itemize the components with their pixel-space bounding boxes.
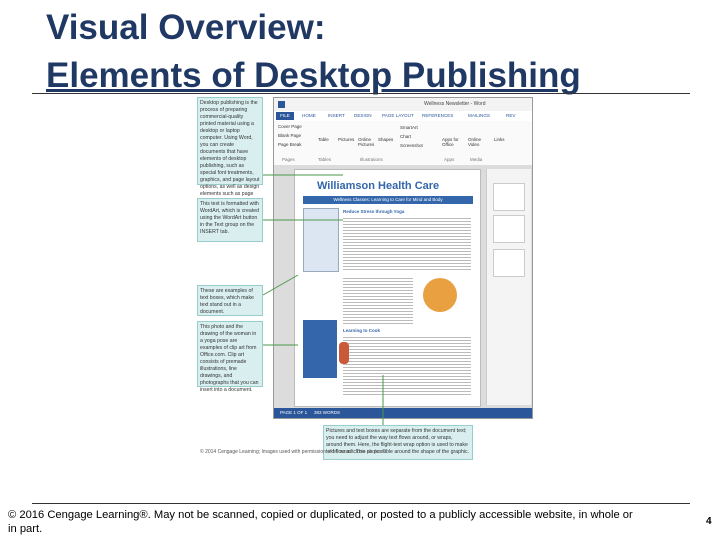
title-line-1: Visual Overview: [46,8,326,47]
visual-overview-figure: Desktop publishing is the process of pre… [193,95,533,462]
copyright-footer: © 2016 Cengage Learning®. May not be sca… [8,509,633,535]
figure-caption: © 2014 Cengage Learning; Images used wit… [200,449,386,455]
page-number: 4 [706,516,712,527]
footer-divider [32,503,690,504]
slide-title: Visual Overview: Elements of Desktop Pub… [46,4,581,100]
title-divider [32,93,690,94]
callout-leader-lines [262,174,384,425]
leader-line-3 [262,274,299,296]
